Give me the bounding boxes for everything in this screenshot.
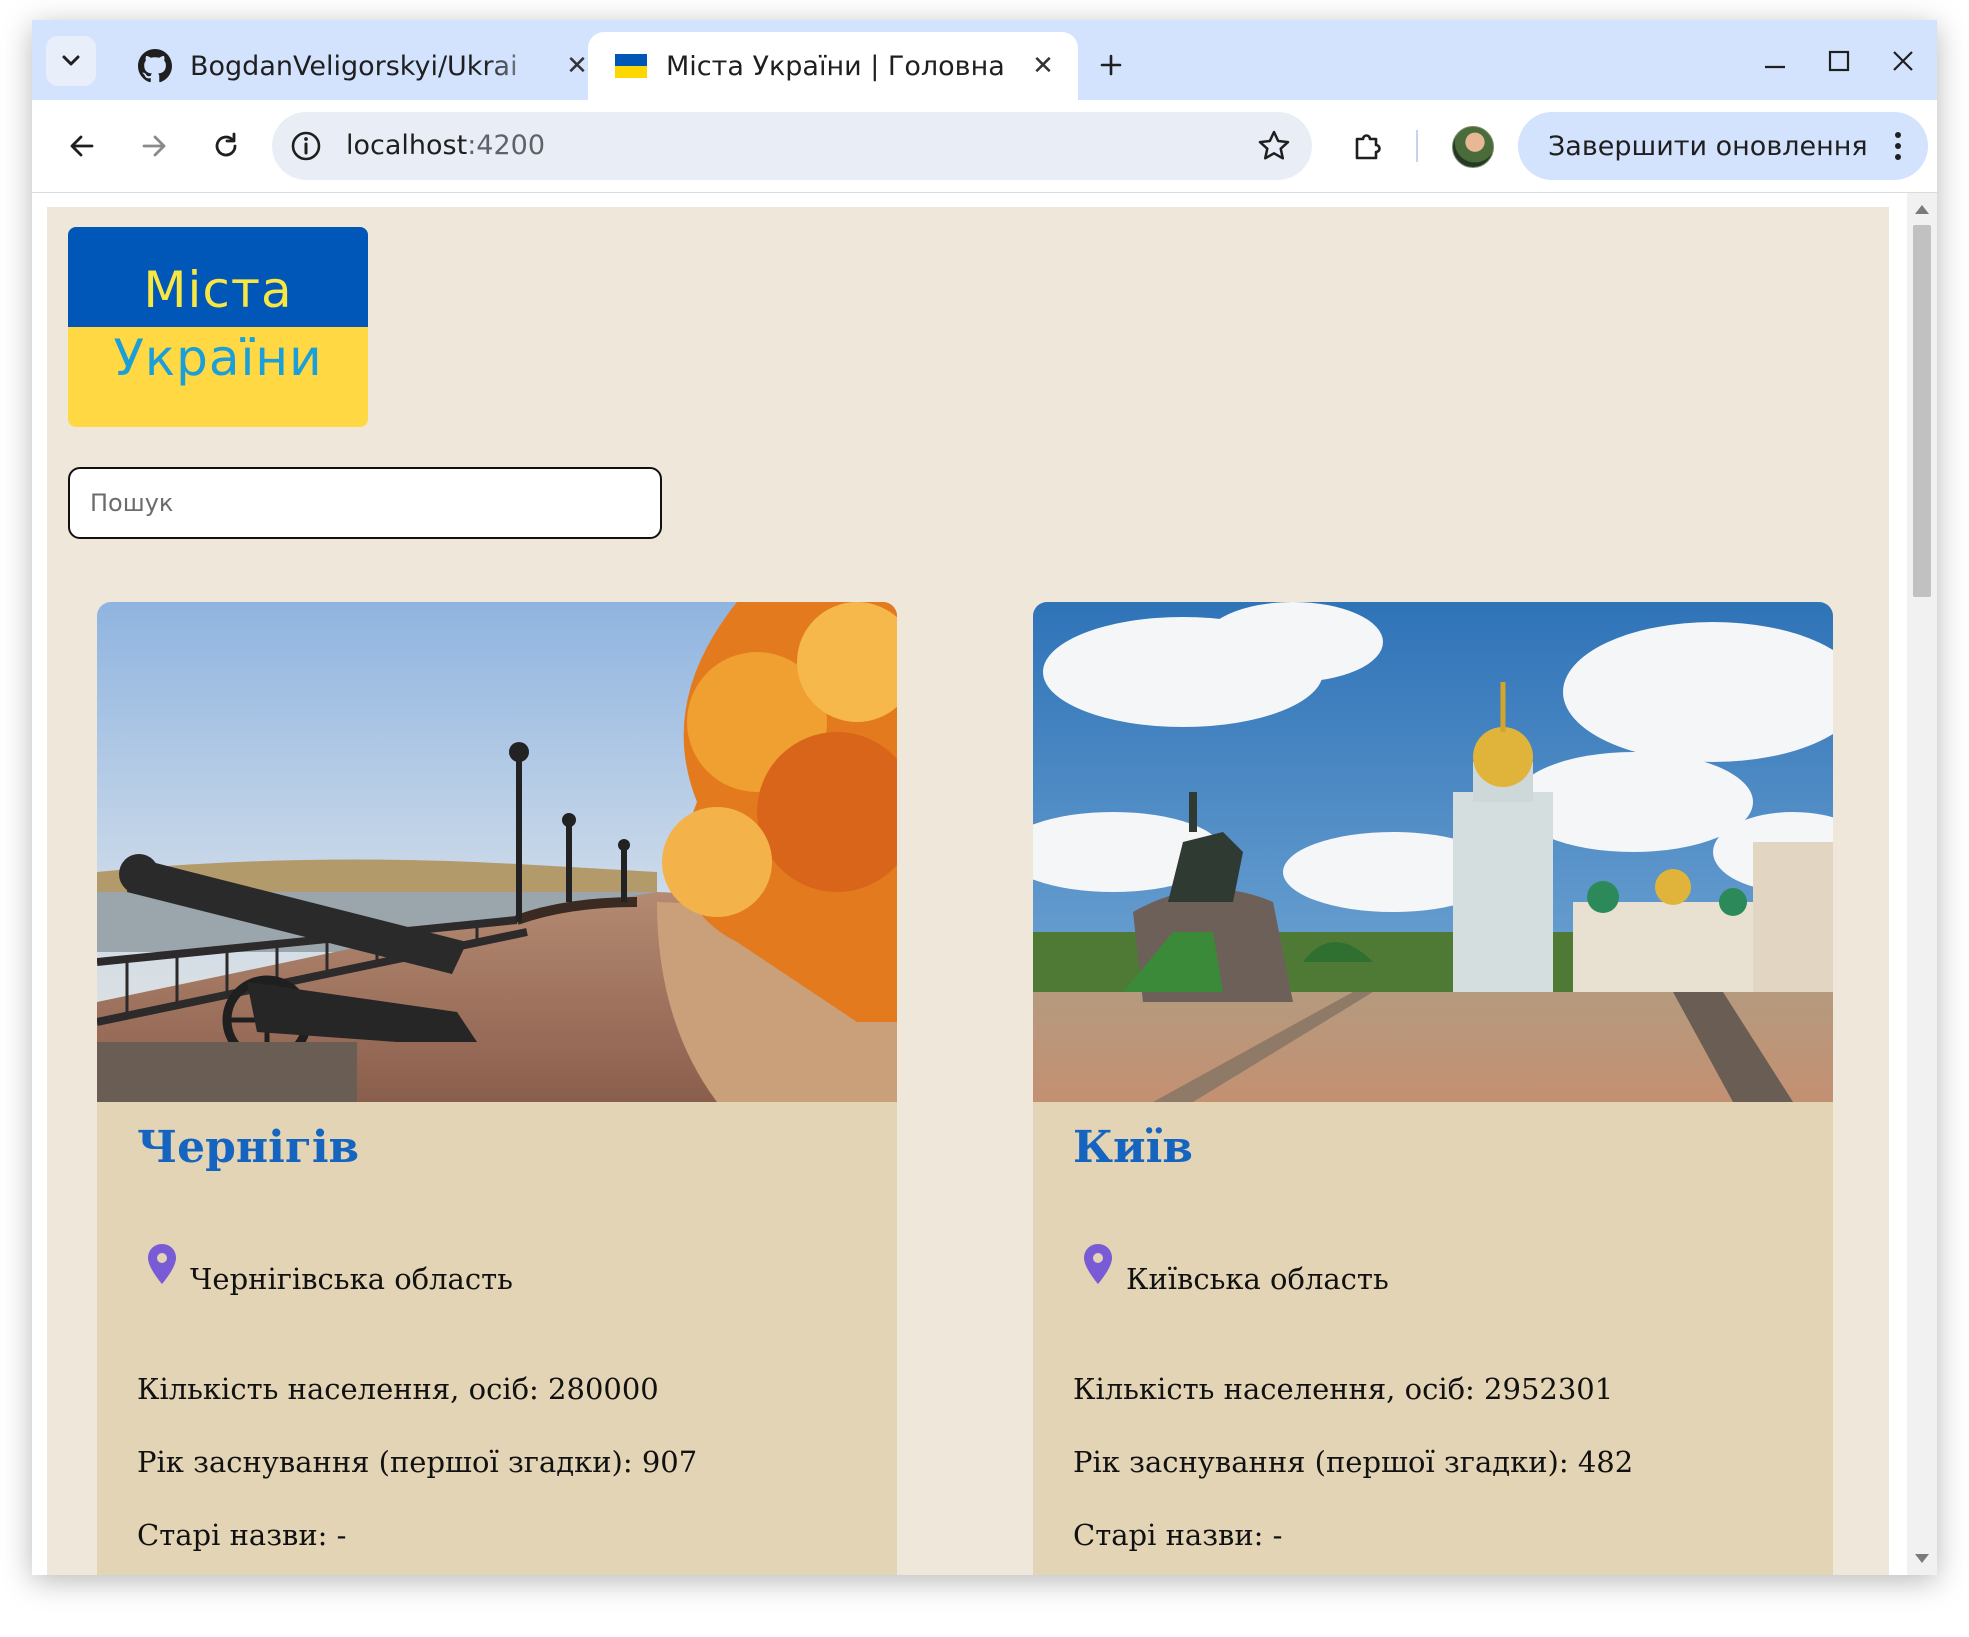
scroll-down-arrow-icon[interactable]: [1915, 1554, 1929, 1563]
city-founded: Рік заснування (першої згадки): 907: [137, 1445, 698, 1479]
tab-strip: BogdanVeligorskyi/Ukrai ✕ Міста України …: [32, 20, 1937, 100]
url-text[interactable]: localhost:4200: [346, 112, 545, 180]
url-host: localhost: [346, 130, 468, 161]
url-port: :4200: [467, 130, 546, 161]
tab-github[interactable]: BogdanVeligorskyi/Ukrai ✕: [112, 32, 612, 100]
minimize-button[interactable]: [1745, 38, 1805, 84]
tab-cities-home[interactable]: Міста України | Головна ✕: [588, 32, 1078, 100]
tab-search-button[interactable]: [46, 36, 96, 86]
ukraine-flag-icon: [615, 54, 647, 78]
city-photo-kyiv[interactable]: [1033, 602, 1833, 1102]
finish-update-button[interactable]: Завершити оновлення: [1518, 112, 1928, 180]
site-logo[interactable]: Міста України: [68, 227, 368, 427]
page-body: Міста України Пошук Чернігів Чернігівськ…: [47, 207, 1889, 1575]
maximize-button[interactable]: [1809, 38, 1869, 84]
tab-title: Міста України | Головна: [666, 50, 1005, 82]
city-card[interactable]: Київ Київська область Кількість населенн…: [1033, 602, 1833, 1575]
profile-avatar[interactable]: [1452, 126, 1494, 168]
site-info-icon[interactable]: [288, 128, 324, 164]
chevron-down-icon: [62, 55, 80, 66]
page-scrollbar[interactable]: [1907, 193, 1937, 1575]
minimize-icon: [1765, 65, 1785, 69]
city-region: Чернігівська область: [190, 1262, 513, 1296]
maximize-icon: [1828, 50, 1850, 72]
location-pin-icon: [1084, 1244, 1112, 1284]
address-bar[interactable]: localhost:4200: [272, 112, 1312, 180]
city-name-link[interactable]: Київ: [1073, 1122, 1193, 1173]
search-input[interactable]: [68, 467, 662, 539]
forward-button[interactable]: [128, 120, 180, 172]
puzzle-icon: [1355, 134, 1381, 160]
city-old-names: Старі назви: -: [137, 1518, 347, 1552]
toolbar-divider: [1416, 130, 1418, 162]
tab-close-icon[interactable]: ✕: [1024, 51, 1062, 81]
close-window-button[interactable]: [1873, 38, 1933, 84]
finish-update-label: Завершити оновлення: [1548, 130, 1868, 162]
logo-line1: Міста: [143, 261, 293, 319]
scroll-up-arrow-icon[interactable]: [1915, 205, 1929, 214]
city-population: Кількість населення, осіб: 280000: [137, 1372, 659, 1406]
plus-icon: [1100, 54, 1122, 76]
city-founded: Рік заснування (першої згадки): 482: [1073, 1445, 1634, 1479]
arrow-right-icon: [142, 135, 166, 157]
tab-title: BogdanVeligorskyi/Ukrai: [190, 50, 518, 82]
logo-line2: України: [113, 329, 323, 387]
arrow-left-icon: [70, 135, 94, 157]
city-name-link[interactable]: Чернігів: [137, 1122, 359, 1173]
browser-toolbar: localhost:4200 Завершити оновлення: [32, 100, 1937, 193]
logo-yellow-band: України: [68, 327, 368, 427]
reload-icon: [215, 132, 237, 157]
scrollbar-thumb[interactable]: [1913, 225, 1931, 597]
close-icon: [1893, 51, 1913, 71]
city-photo-chernihiv[interactable]: [97, 602, 897, 1102]
new-tab-button[interactable]: [1088, 42, 1134, 88]
city-card[interactable]: Чернігів Чернігівська область Кількість …: [97, 602, 897, 1575]
browser-window: BogdanVeligorskyi/Ukrai ✕ Міста України …: [32, 20, 1937, 1575]
kebab-menu-icon[interactable]: [1888, 132, 1908, 160]
city-old-names: Старі назви: -: [1073, 1518, 1283, 1552]
city-region: Київська область: [1126, 1262, 1389, 1296]
city-population: Кількість населення, осіб: 2952301: [1073, 1372, 1614, 1406]
bookmark-star-icon[interactable]: [1256, 128, 1292, 164]
logo-blue-band: Міста: [68, 227, 368, 327]
github-icon: [138, 49, 172, 83]
extensions-button[interactable]: [1342, 120, 1394, 172]
page-viewport: Міста України Пошук Чернігів Чернігівськ…: [32, 193, 1937, 1575]
back-button[interactable]: [56, 120, 108, 172]
location-pin-icon: [148, 1244, 176, 1284]
reload-button[interactable]: [200, 120, 252, 172]
